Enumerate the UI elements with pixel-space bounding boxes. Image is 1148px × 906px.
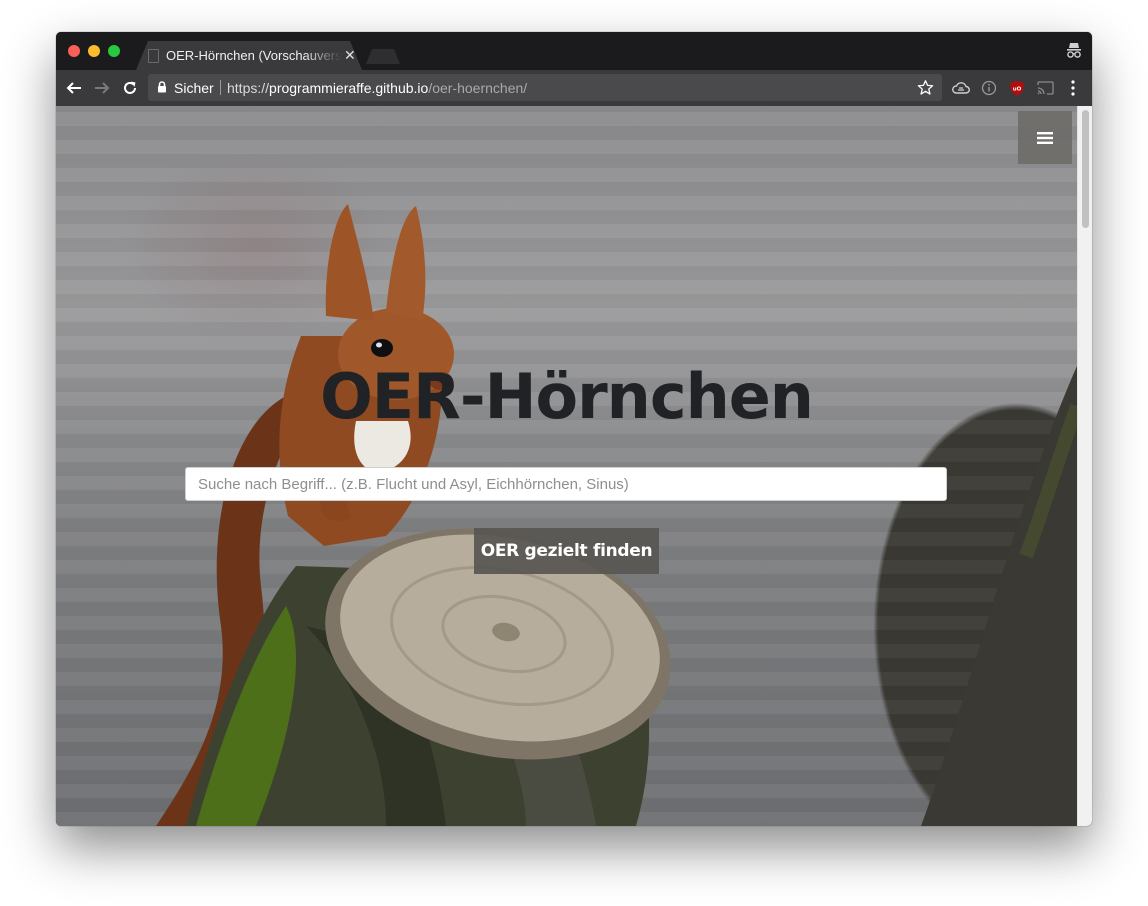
page-content: OER-Hörnchen OER gezielt finden (56, 106, 1077, 826)
info-extension-icon[interactable] (978, 77, 1000, 99)
reload-button[interactable] (120, 78, 140, 98)
page-title: OER-Hörnchen (320, 360, 814, 433)
security-label: Sicher (174, 80, 214, 96)
hamburger-menu-icon (1037, 131, 1053, 144)
ublock-extension-icon[interactable]: uO (1006, 77, 1028, 99)
url-host: programmieraffe.github.io (269, 80, 429, 96)
incognito-icon (1067, 43, 1081, 58)
find-oer-button[interactable]: OER gezielt finden (474, 528, 659, 574)
zoom-window-button[interactable] (108, 45, 120, 57)
tab-title: OER-Hörnchen (Vorschauversion) (166, 48, 342, 63)
arrow-left-icon (66, 82, 81, 94)
browser-toolbar: Sicher https://programmieraffe.github.io… (56, 70, 1092, 106)
scrollbar-thumb[interactable] (1082, 110, 1089, 228)
kebab-menu-icon[interactable] (1062, 77, 1084, 99)
arrow-right-icon (95, 82, 110, 94)
minimize-window-button[interactable] (88, 45, 100, 57)
tab-close-icon[interactable]: ✕ (344, 47, 356, 64)
cloud-extension-icon[interactable] (950, 77, 972, 99)
address-bar[interactable]: Sicher https://programmieraffe.github.io… (148, 74, 942, 101)
page-favicon-icon (148, 49, 159, 63)
svg-text:uO: uO (1013, 86, 1022, 92)
page-scrollbar[interactable] (1077, 106, 1092, 826)
hero-background-image (156, 204, 1077, 826)
reload-icon (124, 81, 136, 94)
new-tab-button[interactable] (366, 49, 400, 64)
browser-window: OER-Hörnchen (Vorschauversion) ✕ (56, 32, 1092, 826)
url-scheme: https:// (227, 80, 270, 96)
back-button[interactable] (64, 78, 84, 98)
url-text[interactable]: https://programmieraffe.github.io/oer-ho… (227, 80, 527, 96)
address-separator (220, 80, 221, 95)
hamburger-menu-button[interactable] (1018, 111, 1072, 164)
search-input[interactable] (185, 467, 947, 501)
url-path: /oer-hoernchen/ (428, 80, 528, 96)
tab-strip: OER-Hörnchen (Vorschauversion) ✕ (56, 32, 1092, 70)
close-window-button[interactable] (68, 45, 80, 57)
lock-icon (158, 81, 166, 93)
forward-button[interactable] (92, 78, 112, 98)
browser-tab[interactable]: OER-Hörnchen (Vorschauversion) ✕ (136, 41, 362, 70)
star-icon[interactable] (917, 79, 934, 96)
cast-icon[interactable] (1034, 77, 1056, 99)
